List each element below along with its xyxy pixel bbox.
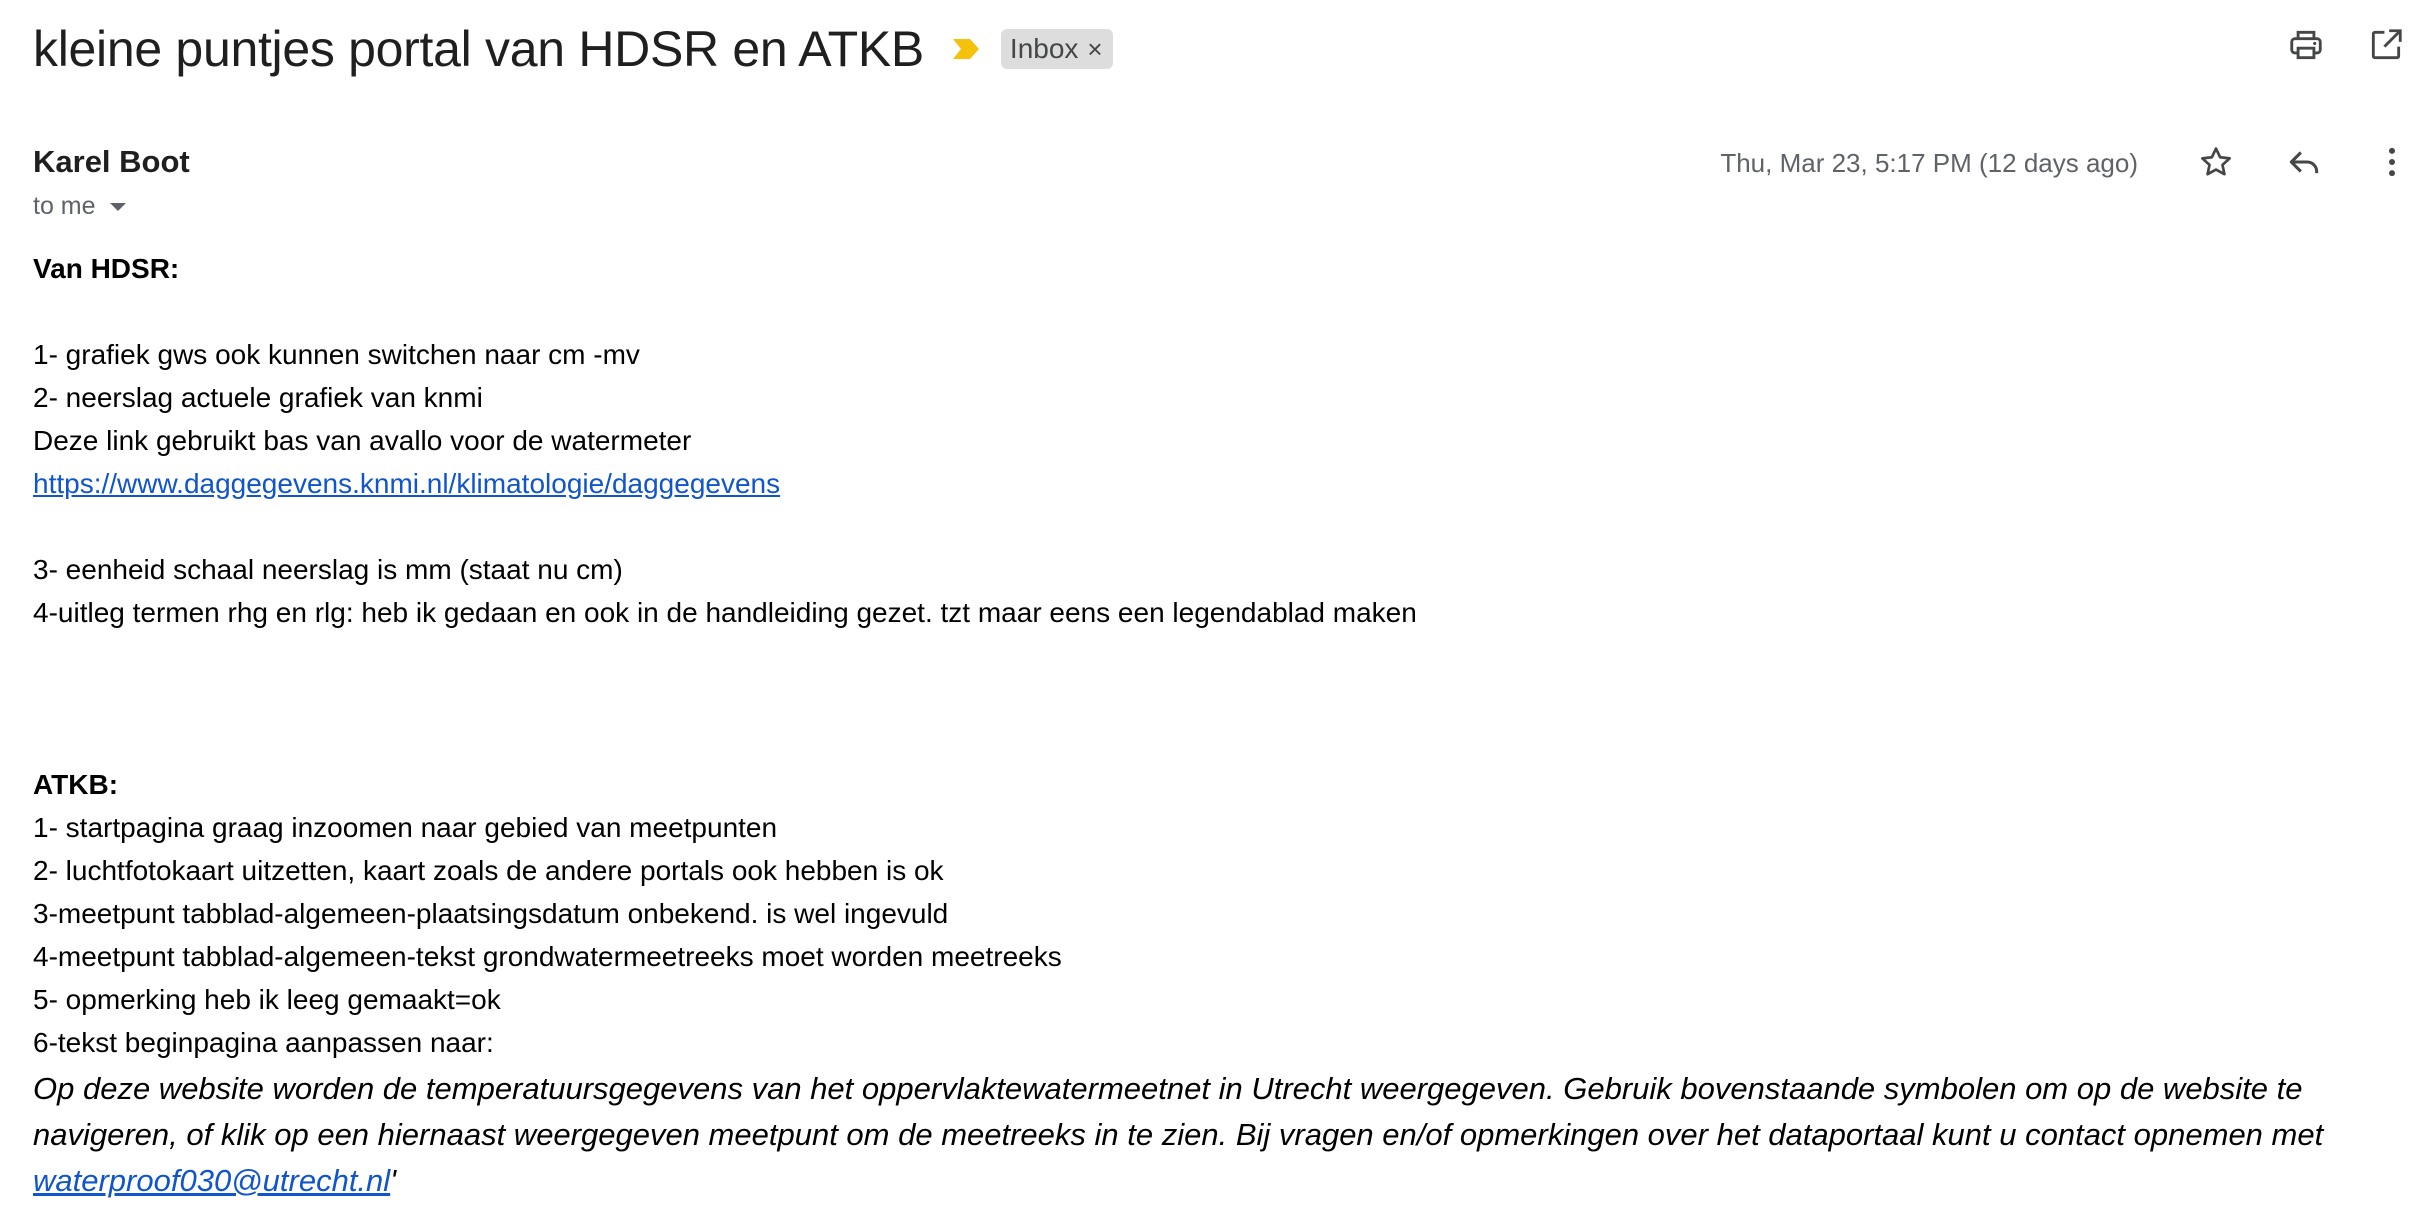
- email-body: Van HDSR: 1- grafiek gws ook kunnen swit…: [33, 247, 2373, 1204]
- importance-marker-icon[interactable]: [951, 36, 981, 62]
- quoted-text: Op deze website worden de temperatuursge…: [33, 1071, 2324, 1152]
- body-line: 3-meetpunt tabblad-algemeen-plaatsingsda…: [33, 898, 949, 929]
- body-line: 2- neerslag actuele grafiek van knmi: [33, 382, 483, 413]
- email-link[interactable]: waterproof030@utrecht.nl: [33, 1163, 390, 1198]
- body-line: Deze link gebruikt bas van avallo voor d…: [33, 425, 692, 456]
- more-options-button[interactable]: [2372, 142, 2412, 182]
- print-all-button[interactable]: [2286, 25, 2326, 65]
- email-subject: kleine puntjes portal van HDSR en ATKB: [33, 21, 924, 77]
- reply-icon: [2289, 151, 2319, 174]
- body-line: 6-tekst beginpagina aanpassen naar:: [33, 1027, 494, 1058]
- body-line: 4-meetpunt tabblad-algemeen-tekst grondw…: [33, 941, 1062, 972]
- remove-label-button[interactable]: ×: [1087, 34, 1102, 65]
- section-heading-atkb: ATKB:: [33, 769, 119, 800]
- print-icon: [2290, 30, 2322, 60]
- label-chip-inbox: Inbox ×: [1000, 29, 1113, 69]
- label-chip-text: Inbox: [1009, 33, 1079, 64]
- star-icon: [2201, 147, 2231, 176]
- body-line: 2- luchtfotokaart uitzetten, kaart zoals…: [33, 855, 944, 886]
- open-in-new-window-button[interactable]: [2366, 25, 2406, 65]
- message-actions: [2196, 142, 2412, 182]
- email-date: Thu, Mar 23, 5:17 PM (12 days ago): [1720, 148, 2138, 178]
- quoted-homepage-text: Op deze website worden de temperatuursge…: [33, 1066, 2353, 1204]
- recipient-details-toggle[interactable]: to me: [33, 192, 126, 221]
- knmi-link[interactable]: https://www.daggegevens.knmi.nl/klimatol…: [33, 468, 780, 499]
- open-in-new-window-icon: [2371, 29, 2402, 60]
- quoted-text-end: ': [390, 1163, 397, 1198]
- recipient-text: to me: [33, 192, 96, 220]
- chevron-down-icon: [109, 202, 126, 211]
- star-button[interactable]: [2196, 142, 2236, 182]
- top-toolbar: [2286, 25, 2406, 65]
- reply-button[interactable]: [2284, 142, 2324, 182]
- body-line: 1- grafiek gws ook kunnen switchen naar …: [33, 339, 640, 370]
- body-line: 5- opmerking heb ik leeg gemaakt=ok: [33, 984, 501, 1015]
- body-line: 1- startpagina graag inzoomen naar gebie…: [33, 812, 778, 843]
- subject-row: kleine puntjes portal van HDSR en ATKB I…: [33, 14, 1113, 84]
- more-vert-icon: [2388, 147, 2396, 177]
- section-heading-hdsr: Van HDSR:: [33, 253, 180, 284]
- sender-name[interactable]: Karel Boot: [33, 144, 190, 180]
- body-line: 4-uitleg termen rhg en rlg: heb ik gedaa…: [33, 597, 1417, 628]
- body-line: 3- eenheid schaal neerslag is mm (staat …: [33, 554, 623, 585]
